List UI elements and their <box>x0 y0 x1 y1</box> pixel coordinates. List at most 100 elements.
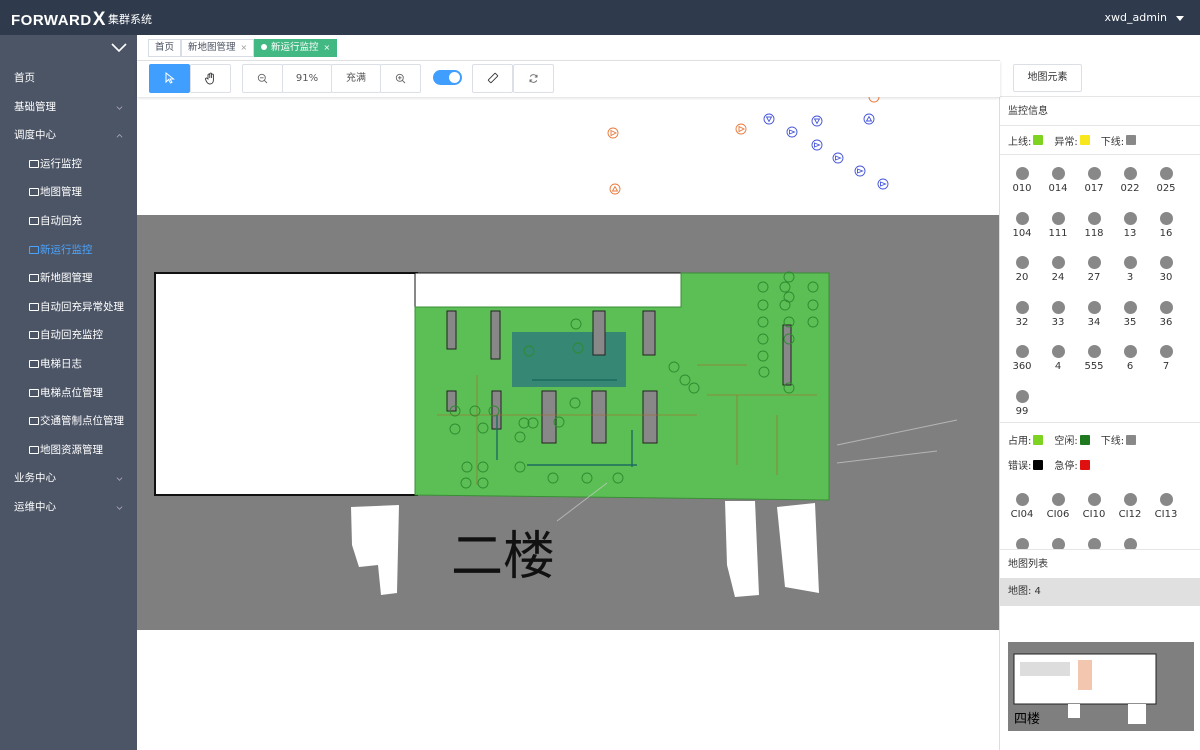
sidebar-item-label: 地图资源管理 <box>40 443 103 456</box>
robot-item[interactable]: 7 <box>1148 333 1184 378</box>
monitor-title: 监控信息 <box>1000 97 1200 126</box>
status-dot <box>1087 493 1101 506</box>
robot-item-label: 111 <box>1048 227 1068 239</box>
status-dot <box>1159 211 1173 225</box>
robot-item[interactable]: 36 <box>1148 289 1184 334</box>
collapse-menu-icon[interactable] <box>109 40 129 56</box>
robot-item[interactable]: 010 <box>1004 155 1040 200</box>
robot-item[interactable]: 118 <box>1076 200 1112 245</box>
orange-marker <box>609 183 621 195</box>
status-dot <box>1123 537 1137 549</box>
sidebar-item-0[interactable]: 首页 <box>0 64 137 93</box>
active-dot-icon <box>261 44 267 50</box>
status-dot <box>1123 493 1137 506</box>
sidebar-item-9[interactable]: 自动回充监控 <box>0 321 137 350</box>
sidebar-item-7[interactable]: 新地图管理 <box>0 264 137 293</box>
robot-item[interactable]: 30 <box>1148 244 1184 289</box>
sidebar-menu: 首页 基础管理 调度中心 运行监控 地图管理自动回充新运行监控 新地图管理 自动回充异常处理… <box>0 64 137 522</box>
charger-item[interactable]: CI05- <box>1112 526 1148 549</box>
sidebar-item-3[interactable]: 运行监控 <box>0 150 137 179</box>
sidebar-item-14[interactable]: 业务中心 <box>0 464 137 493</box>
select-tool-button[interactable] <box>149 64 190 93</box>
sidebar-item-11[interactable]: 电梯点位管理 <box>0 379 137 408</box>
close-icon[interactable]: × <box>324 43 331 52</box>
charger-item[interactable]: CI15 <box>1040 526 1076 549</box>
sidebar-item-2[interactable]: 调度中心 <box>0 121 137 150</box>
robot-item[interactable]: 360 <box>1004 333 1040 378</box>
robot-item-label: 16 <box>1159 227 1173 239</box>
user-menu[interactable]: xwd_admin <box>1105 11 1184 24</box>
zoom-in-button[interactable] <box>380 64 421 93</box>
robot-item-label: 010 <box>1012 183 1032 194</box>
charger-item[interactable]: CI04 <box>1004 481 1040 526</box>
robot-item[interactable]: 34 <box>1076 289 1112 334</box>
robot-item[interactable]: 99 <box>1004 378 1040 423</box>
tab-home[interactable]: 首页 <box>148 39 182 57</box>
robot-item[interactable]: 4 <box>1040 333 1076 378</box>
sidebar-item-label: 自动回充 <box>40 214 82 227</box>
sidebar-item-4[interactable]: 地图管理 <box>0 178 137 207</box>
zoom-out-button[interactable] <box>242 64 283 93</box>
robot-item[interactable]: 27 <box>1076 244 1112 289</box>
status-dot <box>1087 300 1101 314</box>
robot-legend-item-2: 下线: <box>1101 133 1137 148</box>
sidebar-item-15[interactable]: 运维中心 <box>0 493 137 522</box>
sidebar-item-12[interactable]: 交通管制点位管理 <box>0 407 137 436</box>
measure-button[interactable] <box>472 64 513 93</box>
map-canvas[interactable]: 二楼 <box>137 97 999 750</box>
monitor-icon <box>29 216 39 225</box>
charger-item[interactable]: CI06 <box>1040 481 1076 526</box>
charger-item[interactable]: CI13 <box>1148 481 1184 526</box>
sidebar-item-10[interactable]: 电梯日志 <box>0 350 137 379</box>
robot-item[interactable]: 35 <box>1112 289 1148 334</box>
sidebar-item-5[interactable]: 自动回充 <box>0 207 137 236</box>
sidebar-item-6[interactable]: 新运行监控 <box>0 236 137 265</box>
robot-item[interactable]: 32 <box>1004 289 1040 334</box>
display-toggle[interactable] <box>433 70 462 85</box>
robot-item[interactable]: 3 <box>1112 244 1148 289</box>
robot-item[interactable]: 16 <box>1148 200 1184 245</box>
legend-label: 异常: <box>1054 136 1078 148</box>
fit-button[interactable]: 充满 <box>331 64 381 93</box>
ruler-icon <box>487 72 498 84</box>
sidebar-item-1[interactable]: 基础管理 <box>0 93 137 122</box>
legend-swatch <box>1126 135 1137 145</box>
tab-new-map-management[interactable]: 新地图管理 × <box>181 39 255 57</box>
robot-item[interactable]: 022 <box>1112 155 1148 200</box>
robot-item-label: 118 <box>1084 227 1104 239</box>
robot-item[interactable]: 20 <box>1004 244 1040 289</box>
monitor-icon <box>29 159 39 168</box>
refresh-button[interactable] <box>513 64 554 93</box>
tabs-bar: 首页 新地图管理 × 新运行监控 × <box>137 35 1000 61</box>
charger-item[interactable]: CI14 <box>1004 526 1040 549</box>
status-dot <box>1015 300 1029 314</box>
charger-item[interactable]: CI10 <box>1076 481 1112 526</box>
map-thumbnail[interactable]: 四楼 <box>1008 642 1194 731</box>
robot-item[interactable]: 111 <box>1040 200 1076 245</box>
status-dot <box>1015 256 1029 269</box>
robot-item[interactable]: 555 <box>1076 333 1112 378</box>
map-list-title: 地图列表 <box>1000 549 1200 578</box>
legend-swatch <box>1079 135 1090 145</box>
charger-item[interactable]: CI12 <box>1112 481 1148 526</box>
robot-item[interactable]: 014 <box>1040 155 1076 200</box>
sidebar-item-label: 交通管制点位管理 <box>40 415 124 428</box>
robot-item[interactable]: 025 <box>1148 155 1184 200</box>
robot-item[interactable]: 6 <box>1112 333 1148 378</box>
pan-tool-button[interactable] <box>190 64 231 93</box>
robot-item[interactable]: 24 <box>1040 244 1076 289</box>
robot-item[interactable]: 017 <box>1076 155 1112 200</box>
sidebar-item-8[interactable]: 自动回充异常处理 <box>0 293 137 322</box>
robot-item[interactable]: 33 <box>1040 289 1076 334</box>
robot-item[interactable]: 13 <box>1112 200 1148 245</box>
chevron-down-icon <box>116 506 123 510</box>
charger-item[interactable]: CI04- <box>1076 526 1112 549</box>
sidebar-item-13[interactable]: 地图资源管理 <box>0 436 137 465</box>
close-icon[interactable]: × <box>241 43 248 52</box>
robot-item[interactable]: 104 <box>1004 200 1040 245</box>
tab-new-run-monitor[interactable]: 新运行监控 × <box>254 39 338 57</box>
robot-item-label: 360 <box>1012 361 1032 372</box>
robot-item-label: 13 <box>1123 227 1137 239</box>
map-elements-button[interactable]: 地图元素 <box>1013 64 1082 92</box>
charger-legend-item-2: 下线: <box>1101 432 1137 447</box>
